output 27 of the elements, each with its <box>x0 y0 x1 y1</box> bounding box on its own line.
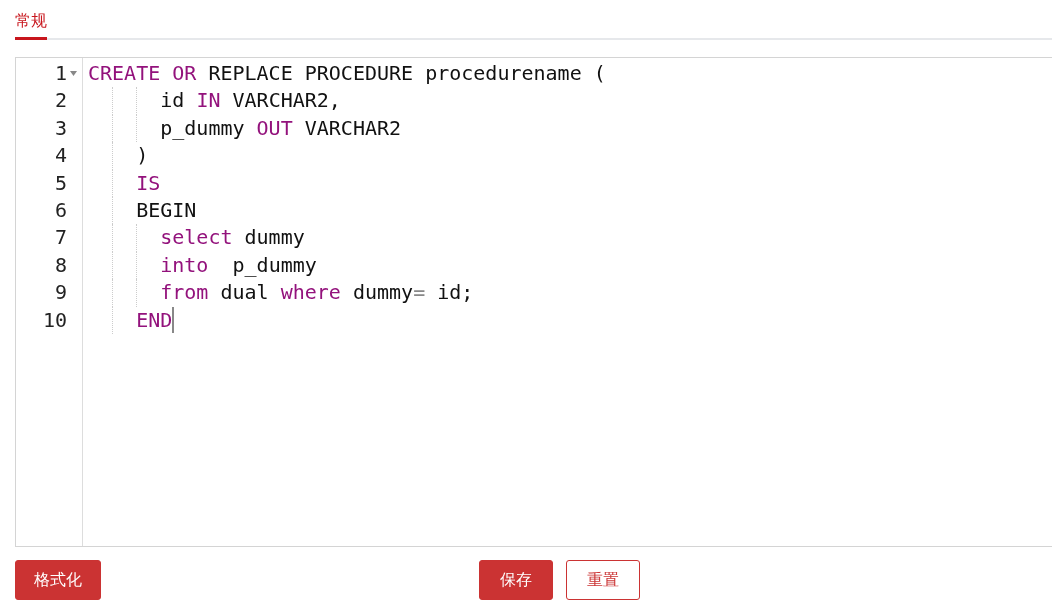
code-line: CREATE OR REPLACE PROCEDURE procedurename ( <box>88 60 606 87</box>
line-number: 3 <box>54 114 67 142</box>
line-number: 9 <box>54 279 67 307</box>
code-editor[interactable]: 1 2 3 4 5 6 7 8 9 10 CREATE OR REPLACE PROCEDURE procedurename ( id IN VARCHAR2, p_dummy OUT VARCHAR2 ) IS BEGIN select dummy into p_dummy from dual where dummy= id; END <box>15 57 1052 547</box>
fold-caret-icon[interactable] <box>70 71 77 76</box>
line-number: 7 <box>54 224 67 252</box>
tab[interactable]: 常规 <box>15 8 47 40</box>
line-number: 10 <box>42 306 67 334</box>
code-line: id IN VARCHAR2, <box>160 87 341 115</box>
line-number: 4 <box>54 142 67 170</box>
line-number: 5 <box>54 169 67 197</box>
code-line: IS <box>136 169 161 197</box>
code-line: ) <box>136 142 149 170</box>
text-cursor <box>172 307 174 334</box>
outline-button[interactable]: 重置 <box>566 560 640 600</box>
line-number: 2 <box>54 87 67 115</box>
line-number: 1 <box>54 60 67 87</box>
line-number: 6 <box>54 196 67 224</box>
code-line: from dual where dummy= id; <box>160 279 474 307</box>
code-line: END <box>136 306 173 334</box>
code-line: into p_dummy <box>160 251 317 279</box>
primary-button[interactable]: 保存 <box>479 560 553 600</box>
code-line: select dummy <box>160 224 305 252</box>
code-line: BEGIN <box>136 196 197 224</box>
code-line: p_dummy OUT VARCHAR2 <box>160 114 402 142</box>
line-number: 8 <box>54 251 67 279</box>
primary-button[interactable]: 格式化 <box>15 560 101 600</box>
